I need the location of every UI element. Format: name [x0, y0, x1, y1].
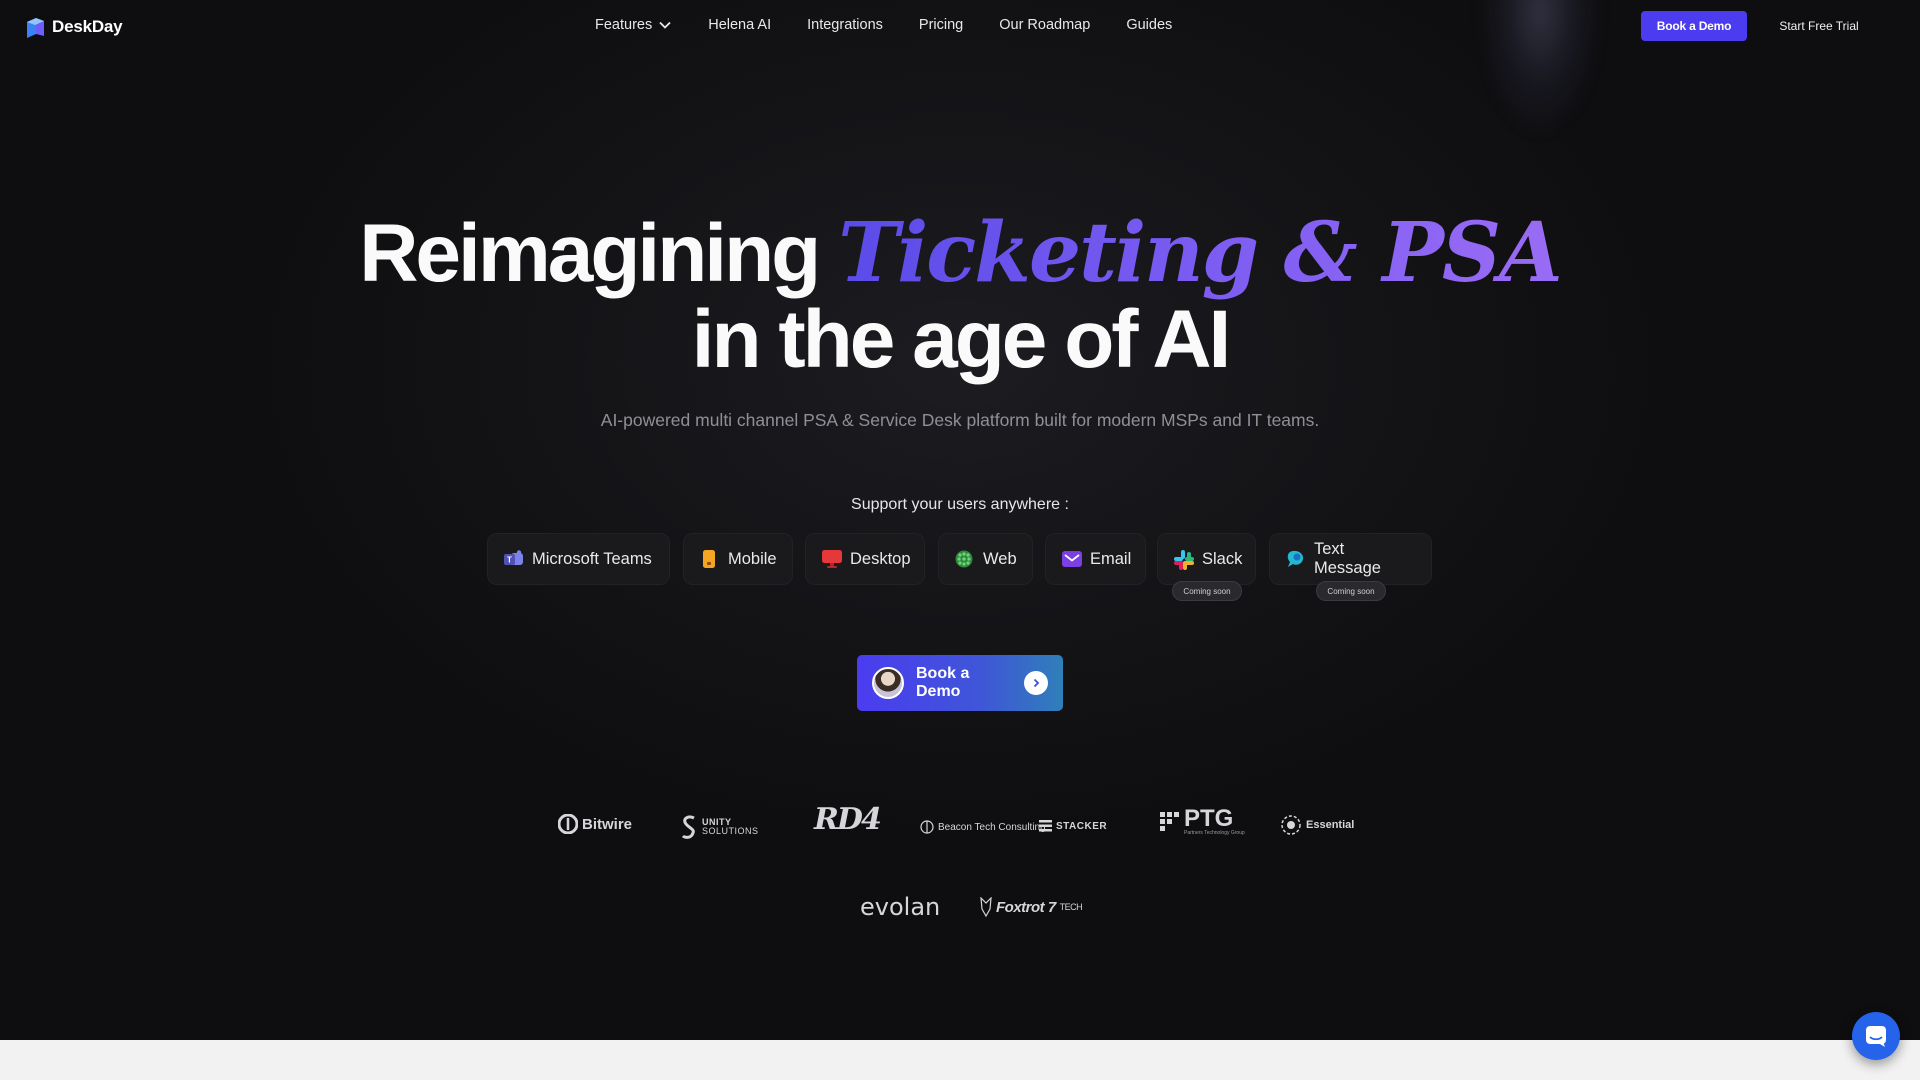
headline-line-2: in the age of AI — [691, 294, 1232, 385]
essential-text: Essential — [1306, 819, 1355, 831]
channel-mobile[interactable]: Mobile — [683, 533, 793, 585]
channel-desktop[interactable]: Desktop — [805, 533, 925, 585]
top-nav: DeskDay Features Helena AI Integrations … — [0, 0, 1920, 54]
brand-name: DeskDay — [52, 17, 123, 36]
chevron-right-icon — [1024, 671, 1048, 695]
svg-text:T: T — [507, 556, 512, 565]
client-logo-beacon: Beacon Tech Consulting — [920, 818, 1046, 836]
ptg-text-sub: Partners Technology Group — [1184, 830, 1245, 836]
ptg-text: PTG Partners Technology Group — [1184, 805, 1245, 837]
next-section-strip — [0, 1040, 1920, 1080]
hero-subtitle: AI-powered multi channel PSA & Service D… — [600, 410, 1320, 430]
beacon-icon — [920, 820, 934, 834]
deskday-logo-icon — [24, 15, 46, 39]
client-logo-unity: UNITY SOLUTIONS — [680, 815, 759, 839]
slack-icon — [1174, 550, 1194, 570]
client-logo-ptg: PTG Partners Technology Group — [1160, 805, 1245, 837]
brand-logo[interactable]: DeskDay — [24, 15, 123, 39]
nav-integrations[interactable]: Integrations — [807, 17, 883, 33]
hero-section — [0, 0, 1920, 1040]
hero-headline: Reimagining Ticketing & PSA in the age o… — [0, 210, 1920, 383]
bitwire-text: Bitwire — [582, 815, 633, 833]
unity-icon — [681, 815, 695, 839]
evolan-text: evolan — [860, 893, 941, 921]
rd4-text: RD4 — [814, 802, 882, 837]
channel-web[interactable]: Web — [938, 533, 1033, 585]
channel-label: Mobile — [728, 549, 777, 568]
desktop-icon — [822, 550, 842, 568]
channel-label: Microsoft Teams — [532, 549, 652, 568]
headline-line-1: Reimagining Ticketing & PSA — [0, 210, 1920, 297]
fox-icon — [980, 897, 992, 917]
channel-label: Web — [983, 549, 1017, 568]
unity-text: UNITY SOLUTIONS — [702, 818, 759, 836]
channel-label: Slack — [1202, 549, 1243, 568]
beacon-text: Beacon Tech Consulting — [938, 821, 1046, 833]
client-logo-evolan: evolan — [860, 893, 940, 921]
email-icon — [1062, 550, 1082, 568]
channel-slack[interactable]: Slack — [1157, 533, 1256, 585]
client-logo-foxtrot: Foxtrot 7 TECH — [980, 897, 1083, 917]
headline-part-1: Reimagining — [359, 208, 821, 299]
chat-icon — [1866, 1026, 1886, 1047]
channel-email[interactable]: Email — [1045, 533, 1146, 585]
channel-list: T Microsoft Teams Mobile Desktop Web Ema… — [0, 533, 1920, 613]
avatar — [872, 667, 904, 699]
support-label: Support your users anywhere : — [851, 496, 1069, 513]
nav-pricing[interactable]: Pricing — [919, 17, 963, 33]
nav-helena-ai[interactable]: Helena AI — [708, 17, 771, 33]
stacker-text: STACKER — [1056, 820, 1108, 832]
unity-text-bottom: SOLUTIONS — [702, 826, 759, 836]
coming-soon-badge: Coming soon — [1172, 581, 1242, 601]
channel-label: Email — [1090, 549, 1132, 568]
channel-label: Desktop — [850, 549, 911, 568]
ptg-text-main: PTG — [1184, 805, 1234, 832]
client-logo-rd4: RD4 — [814, 802, 882, 837]
nav-features[interactable]: Features — [595, 17, 672, 33]
channel-microsoft-teams[interactable]: T Microsoft Teams — [487, 533, 670, 585]
foxtrot-text: Foxtrot 7 — [996, 898, 1056, 916]
channel-label: Text Message — [1314, 540, 1381, 577]
nav-links: Features Helena AI Integrations Pricing … — [595, 17, 1208, 33]
headline-accent: Ticketing & PSA — [838, 205, 1563, 301]
web-icon — [955, 550, 973, 568]
nav-features-label: Features — [595, 17, 653, 33]
client-logo-stacker: STACKER — [1039, 820, 1107, 832]
mobile-icon — [700, 550, 718, 568]
ptg-icon — [1160, 812, 1179, 831]
client-logo-essential: Essential — [1280, 814, 1354, 836]
cta-label: Book a Demo — [916, 665, 970, 700]
bitwire-icon — [558, 814, 578, 834]
microsoft-teams-icon: T — [504, 550, 523, 568]
nav-roadmap[interactable]: Our Roadmap — [999, 17, 1090, 33]
hero-book-demo-button[interactable]: Book a Demo — [857, 655, 1063, 711]
nav-book-demo-button[interactable]: Book a Demo — [1641, 11, 1747, 41]
stacker-icon — [1039, 820, 1052, 832]
text-message-icon — [1286, 550, 1304, 568]
chat-launcher-button[interactable] — [1852, 1012, 1900, 1060]
channel-text-message[interactable]: Text Message — [1269, 533, 1432, 585]
chevron-down-icon — [659, 21, 671, 29]
essential-icon — [1281, 815, 1301, 835]
client-logo-bitwire: Bitwire — [558, 814, 632, 834]
coming-soon-badge: Coming soon — [1316, 581, 1386, 601]
foxtrot-tech-text: TECH — [1059, 902, 1083, 912]
nav-guides[interactable]: Guides — [1126, 17, 1172, 33]
nav-start-trial-button[interactable]: Start Free Trial — [1774, 11, 1864, 41]
